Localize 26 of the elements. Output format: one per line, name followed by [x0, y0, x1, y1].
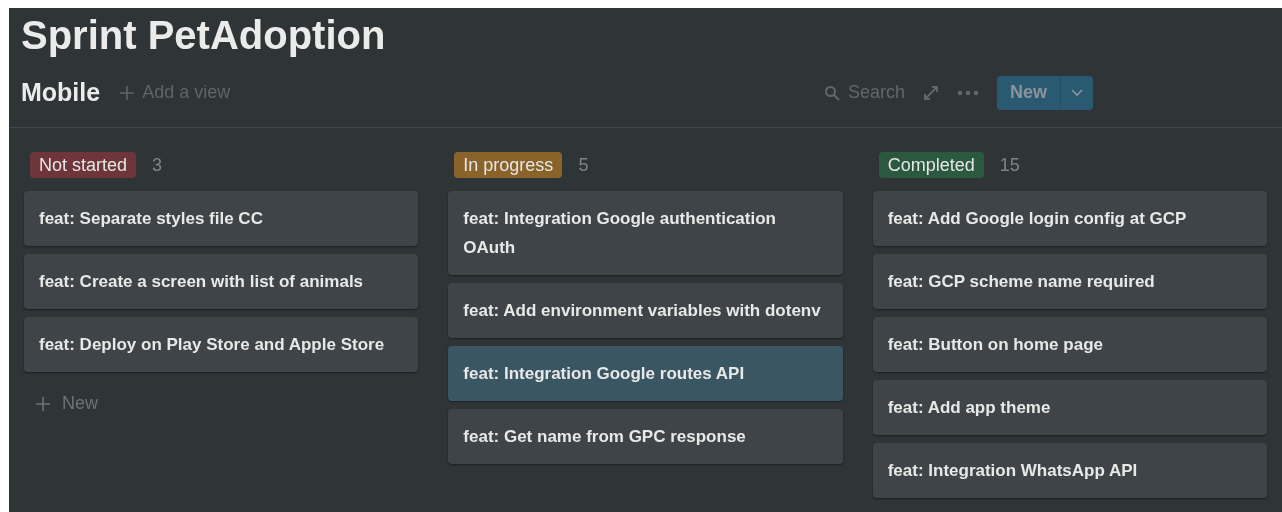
chevron-down-icon[interactable]	[1071, 88, 1083, 97]
card-count: 5	[578, 153, 589, 177]
task-card[interactable]: feat: Add environment variables with dotenv	[448, 283, 843, 338]
page-title: Sprint PetAdoption	[21, 13, 386, 57]
task-card[interactable]: feat: Add Google login config at GCP	[872, 191, 1267, 246]
task-card[interactable]: feat: Deploy on Play Store and Apple Store	[24, 317, 419, 372]
more-icon[interactable]	[957, 89, 979, 96]
task-card[interactable]: feat: Add app theme	[872, 380, 1267, 435]
card-count: 3	[152, 153, 163, 177]
task-card[interactable]: feat: GCP scheme name required	[872, 254, 1267, 309]
task-card[interactable]: feat: Get name from GPC response	[448, 409, 843, 464]
plus-icon	[118, 83, 137, 102]
expand-icon[interactable]	[923, 84, 939, 101]
task-card[interactable]: feat: Integration Google authentication OAuth	[448, 191, 843, 275]
plus-icon	[34, 394, 52, 413]
task-card[interactable]: feat: Integration WhatsApp API	[872, 443, 1267, 498]
status-tag: In progress	[454, 152, 563, 178]
task-card[interactable]: feat: Separate styles file CC	[24, 191, 419, 246]
status-tag: Completed	[878, 152, 984, 178]
search-icon	[823, 84, 840, 101]
view-tab[interactable]: Mobile	[21, 73, 101, 112]
card-count: 15	[999, 153, 1020, 177]
status-tag: Not started	[30, 152, 137, 178]
task-card[interactable]: feat: Create a screen with list of animals	[24, 254, 419, 309]
task-card[interactable]: feat: Integration Google routes API	[448, 346, 843, 401]
task-card[interactable]: feat: Button on home page	[872, 317, 1267, 372]
